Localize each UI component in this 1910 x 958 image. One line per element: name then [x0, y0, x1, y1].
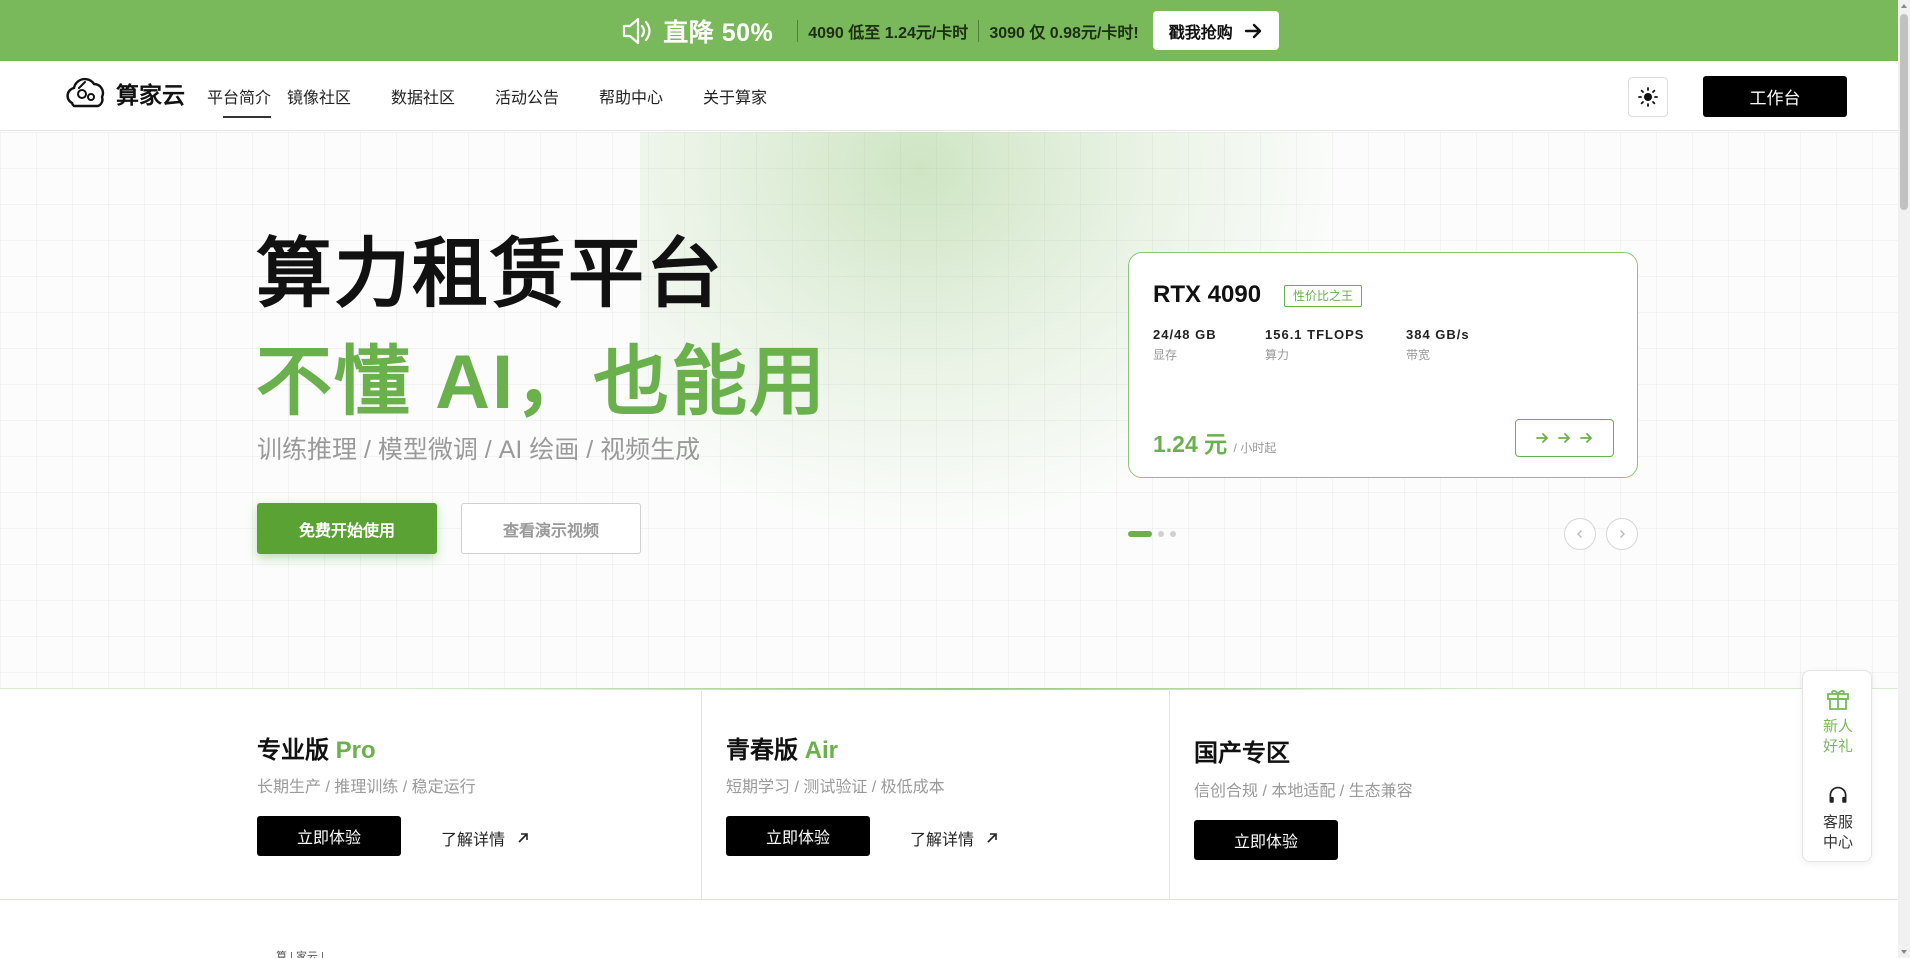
- brand-name: 算家云: [116, 82, 185, 108]
- headset-icon: [1829, 786, 1847, 803]
- new-user-gift[interactable]: 新人 好礼: [1803, 685, 1873, 757]
- nav-item-announcements[interactable]: 活动公告: [495, 84, 599, 108]
- grab-deal-label: 戳我抢购: [1168, 24, 1233, 42]
- workbench-button[interactable]: 工作台: [1703, 76, 1847, 117]
- promo-separator: [978, 19, 980, 42]
- gpu-spec-memory: 24/48 GB 显存: [1153, 327, 1217, 363]
- product-title: 国产专区: [1194, 733, 1290, 768]
- arrow-right-icon: [1579, 433, 1592, 443]
- product-desc: 信创合规 / 本地适配 / 生态兼容: [1194, 783, 1413, 800]
- gpu-spec-compute: 156.1 TFLOPS 算力: [1265, 327, 1364, 363]
- chevron-right-icon: [1620, 530, 1625, 538]
- product-name: 国产专区: [1194, 740, 1290, 767]
- product-air: 青春版 Air 短期学习 / 测试验证 / 极低成本 立即体验 了解详情: [701, 689, 1169, 899]
- watch-demo-button[interactable]: 查看演示视频: [461, 503, 641, 554]
- arrow-right-icon: [1535, 433, 1548, 443]
- gift-label: 新人 好礼: [1823, 717, 1853, 757]
- hero-subtitle: 不懂 AI，也能用: [256, 340, 828, 425]
- details-label: 了解详情: [910, 832, 975, 849]
- carousel-prev-button[interactable]: [1564, 518, 1596, 550]
- price-unit: / 小时起: [1233, 441, 1277, 455]
- gpu-card[interactable]: RTX 4090 性价比之王 24/48 GB 显存 156.1 TFLOPS …: [1128, 252, 1638, 478]
- arrow-up-right-icon: [518, 833, 528, 843]
- price-value: 1.24 元: [1153, 431, 1228, 457]
- arrow-up-right-icon: [987, 833, 997, 843]
- speaker-icon: [623, 17, 651, 44]
- carousel-dot[interactable]: [1170, 531, 1176, 537]
- scroll-down-icon[interactable]: [1900, 948, 1908, 956]
- chevron-left-icon: [1577, 530, 1582, 538]
- scroll-up-icon[interactable]: [1900, 2, 1908, 10]
- product-accent: Air: [804, 737, 839, 764]
- promo-banner: 直降 50% 4090 低至 1.24元/卡时 3090 仅 0.98元/卡时!…: [0, 0, 1898, 61]
- try-domestic-button[interactable]: 立即体验: [1194, 820, 1338, 860]
- arrow-right-icon: [1244, 23, 1261, 38]
- service-label-line2: 中心: [1822, 834, 1853, 851]
- promo-separator: [797, 19, 799, 42]
- nav-item-image-community[interactable]: 镜像社区: [287, 84, 391, 108]
- product-name: 青春版: [726, 737, 798, 764]
- spec-label: 显存: [1153, 348, 1178, 362]
- arrow-right-icon: [1557, 433, 1570, 443]
- hero-section: 算力租赁平台 不懂 AI，也能用 训练推理 / 模型微调 / AI 绘画 / 视…: [0, 132, 1898, 688]
- product-desc: 短期学习 / 测试验证 / 极低成本: [726, 779, 945, 796]
- grab-deal-button[interactable]: 戳我抢购: [1152, 11, 1279, 50]
- gpu-go-button[interactable]: [1515, 419, 1614, 457]
- customer-service[interactable]: 客服 中心: [1803, 785, 1873, 853]
- spec-label: 算力: [1265, 348, 1290, 362]
- gpu-price: 1.24 元 / 小时起: [1153, 425, 1276, 459]
- spec-value: 24/48 GB: [1153, 327, 1217, 342]
- start-free-button[interactable]: 免费开始使用: [257, 503, 437, 554]
- sun-icon: [1638, 87, 1658, 107]
- partial-text: 算 | 家云 |: [276, 951, 324, 958]
- product-domestic: 国产专区 信创合规 / 本地适配 / 生态兼容 立即体验: [1169, 689, 1869, 899]
- details-label: 了解详情: [441, 832, 506, 849]
- page-scrollbar[interactable]: [1898, 0, 1910, 958]
- product-desc: 长期生产 / 推理训练 / 稳定运行: [257, 779, 476, 796]
- spec-value: 384 GB/s: [1406, 327, 1470, 342]
- hero-tagline: 训练推理 / 模型微调 / AI 绘画 / 视频生成: [257, 436, 701, 464]
- service-label: 客服 中心: [1823, 813, 1853, 853]
- product-title: 专业版 Pro: [257, 730, 376, 765]
- logo-icon: [66, 77, 105, 108]
- carousel-dot[interactable]: [1158, 531, 1164, 537]
- try-air-button[interactable]: 立即体验: [726, 816, 870, 856]
- nav-item-data-community[interactable]: 数据社区: [391, 84, 495, 108]
- main-menu: 平台简介 镜像社区 数据社区 活动公告 帮助中心 关于算家: [207, 61, 807, 131]
- pro-details-link[interactable]: 了解详情: [441, 826, 529, 850]
- try-pro-button[interactable]: 立即体验: [257, 816, 401, 856]
- hero-title: 算力租赁平台: [256, 232, 724, 317]
- gpu-name: RTX 4090: [1153, 281, 1262, 308]
- product-accent: Pro: [335, 737, 376, 764]
- nav-item-about[interactable]: 关于算家: [703, 84, 807, 108]
- service-label-line1: 客服: [1822, 814, 1853, 831]
- gpu-tag: 性价比之王: [1284, 285, 1363, 307]
- gift-label-line1: 新人: [1822, 718, 1853, 735]
- carousel-dot[interactable]: [1128, 531, 1152, 537]
- promo-offer-3090: 3090 仅 0.98元/卡时!: [989, 24, 1139, 42]
- nav-item-help-center[interactable]: 帮助中心: [599, 84, 703, 108]
- logo[interactable]: 算家云: [62, 73, 185, 113]
- scrollbar-thumb[interactable]: [1900, 14, 1908, 210]
- air-details-link[interactable]: 了解详情: [910, 826, 998, 850]
- gift-label-line2: 好礼: [1822, 738, 1853, 755]
- theme-toggle-button[interactable]: [1628, 77, 1668, 117]
- spec-label: 带宽: [1406, 348, 1431, 362]
- promo-headline: 直降 50%: [663, 18, 774, 47]
- gpu-spec-bandwidth: 384 GB/s 带宽: [1406, 327, 1470, 363]
- product-name: 专业版: [257, 737, 329, 764]
- promo-offer-4090: 4090 低至 1.24元/卡时: [808, 24, 969, 42]
- nav-item-platform-intro[interactable]: 平台简介: [207, 84, 287, 118]
- product-section: 专业版 Pro 长期生产 / 推理训练 / 稳定运行 立即体验 了解详情 青春版…: [0, 688, 1898, 900]
- spec-value: 156.1 TFLOPS: [1265, 327, 1365, 342]
- product-title: 青春版 Air: [726, 730, 838, 765]
- carousel-dots: [1128, 531, 1176, 537]
- side-widget: 新人 好礼 客服 中心: [1802, 670, 1872, 862]
- top-nav: 算家云 平台简介 镜像社区 数据社区 活动公告 帮助中心 关于算家 工作台: [0, 61, 1898, 131]
- carousel-next-button[interactable]: [1606, 518, 1638, 550]
- gift-icon: [1827, 690, 1849, 710]
- product-pro: 专业版 Pro 长期生产 / 推理训练 / 稳定运行 立即体验 了解详情: [0, 689, 701, 899]
